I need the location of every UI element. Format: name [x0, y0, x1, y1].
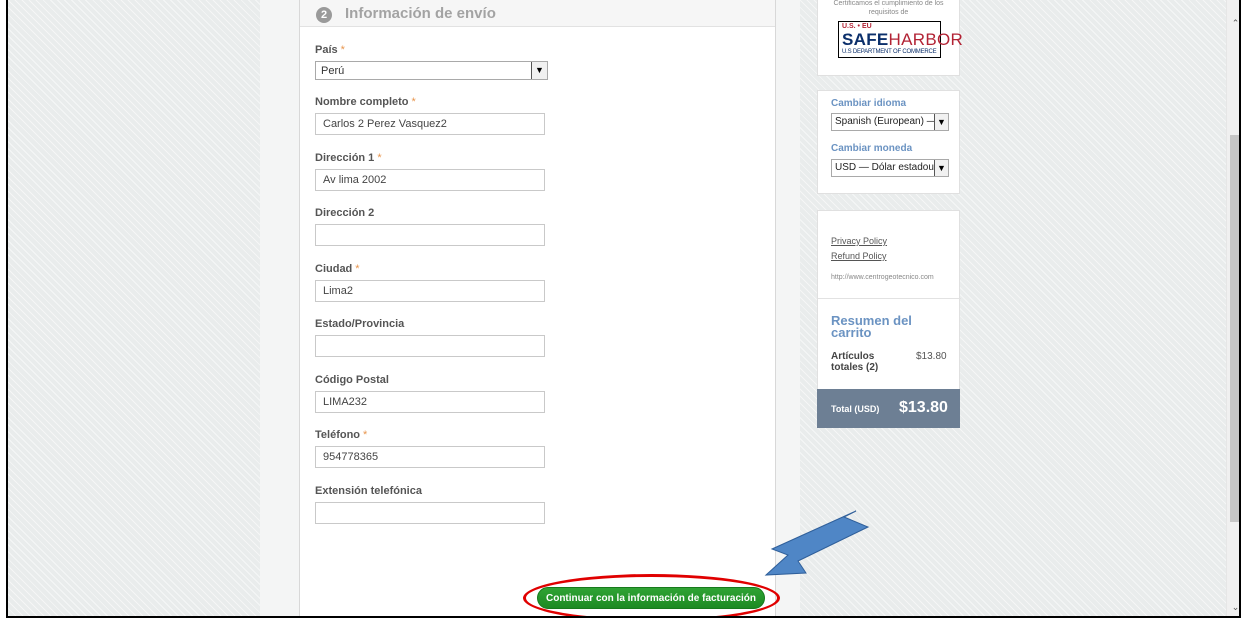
refund-policy-link[interactable]: Refund Policy [831, 251, 887, 261]
safeharbor-card: Certificamos el cumplimiento de los requ… [817, 0, 963, 76]
address2-label: Dirección 2 [315, 207, 375, 219]
safeharbor-logo-harbor: HARBOR [888, 30, 964, 49]
cart-summary-title: Resumen del carrito [831, 313, 912, 340]
locale-card: Cambiar idioma Spanish (European) — ▼ Ca… [817, 90, 960, 194]
browser-viewport: 2 Información de envío País * Perú ▼ Nomb… [6, 0, 1241, 618]
phone-label-text: Teléfono [315, 429, 361, 441]
section-title: Información de envío [345, 5, 496, 22]
site-url: http://www.centrogeotecnico.com [831, 274, 934, 281]
scrollbar-thumb[interactable] [1230, 135, 1239, 522]
cart-total-bar: Total (USD) $13.80 [817, 389, 960, 428]
postal-code-label: Código Postal [315, 374, 389, 386]
country-select-value: Perú [321, 65, 345, 77]
required-marker: * [377, 152, 382, 164]
chevron-down-icon[interactable]: ⌄ [1230, 602, 1239, 612]
safeharbor-logo-safe: SAFE [842, 30, 889, 49]
language-select-value: Spanish (European) — [835, 116, 937, 127]
required-marker: * [411, 96, 416, 108]
postal-code-input[interactable] [315, 391, 545, 413]
state-input[interactable] [315, 335, 545, 357]
required-marker: * [340, 44, 345, 56]
chevron-down-icon[interactable]: ▼ [934, 114, 948, 130]
currency-select[interactable]: USD — Dólar estadoun ▼ [831, 159, 949, 177]
address2-input[interactable] [315, 224, 545, 246]
required-marker: * [363, 429, 368, 441]
language-label: Cambiar idioma [831, 98, 907, 109]
full-name-input[interactable] [315, 113, 545, 135]
annotation-arrow-shape [764, 510, 870, 576]
address1-label: Dirección 1 * [315, 152, 382, 164]
divider [818, 298, 961, 299]
phone-ext-input[interactable] [315, 502, 545, 524]
full-name-label-text: Nombre completo [315, 96, 409, 108]
safeharbor-logo-main: SAFEHARBOR [842, 30, 963, 49]
shipping-form-card: 2 Información de envío País * Perú ▼ Nomb… [299, 0, 776, 616]
highlight-oval [523, 574, 780, 616]
privacy-policy-link[interactable]: Privacy Policy [831, 236, 887, 246]
state-label: Estado/Provincia [315, 318, 405, 330]
city-label-text: Ciudad [315, 263, 353, 275]
step-number-badge: 2 [316, 7, 332, 23]
cart-total-label: Total (USD) [831, 404, 880, 414]
chevron-down-icon[interactable]: ▼ [934, 160, 948, 176]
country-select[interactable]: Perú ▼ [315, 61, 548, 80]
chevron-up-icon[interactable]: ⌃ [1230, 18, 1239, 28]
address1-label-text: Dirección 1 [315, 152, 375, 164]
safeharbor-caption-line1: Certificamos el cumplimiento de los [833, 0, 944, 7]
required-marker: * [355, 263, 360, 275]
country-label-text: País [315, 44, 338, 56]
phone-label: Teléfono * [315, 429, 367, 441]
address1-input[interactable] [315, 169, 545, 191]
city-input[interactable] [315, 280, 545, 302]
section-header: 2 Información de envío [300, 0, 775, 27]
language-select[interactable]: Spanish (European) — ▼ [831, 113, 949, 131]
cart-total-value: $13.80 [899, 399, 948, 416]
city-label: Ciudad * [315, 263, 360, 275]
cart-items-label: Artículos totales (2) [831, 351, 879, 373]
chevron-down-icon[interactable]: ▼ [531, 62, 547, 79]
country-label: País * [315, 44, 345, 56]
safeharbor-caption-line2: requisitos de [868, 9, 909, 16]
cart-items-value: $13.80 [916, 351, 947, 362]
full-name-label: Nombre completo * [315, 96, 416, 108]
currency-label: Cambiar moneda [831, 143, 913, 154]
phone-input[interactable] [315, 446, 545, 468]
currency-select-value: USD — Dólar estadoun [835, 162, 940, 173]
vertical-scrollbar[interactable]: ⌃ ⌄ [1226, 0, 1239, 616]
cart-summary-card: Privacy Policy Refund Policy http://www.… [817, 210, 961, 428]
phone-ext-label: Extensión telefónica [315, 485, 422, 497]
safeharbor-logo-bottom: U.S DEPARTMENT OF COMMERCE [842, 49, 937, 55]
safeharbor-logo[interactable]: U.S. • EU SAFEHARBOR U.S DEPARTMENT OF C… [838, 21, 963, 58]
annotation-arrow-icon [764, 510, 870, 576]
